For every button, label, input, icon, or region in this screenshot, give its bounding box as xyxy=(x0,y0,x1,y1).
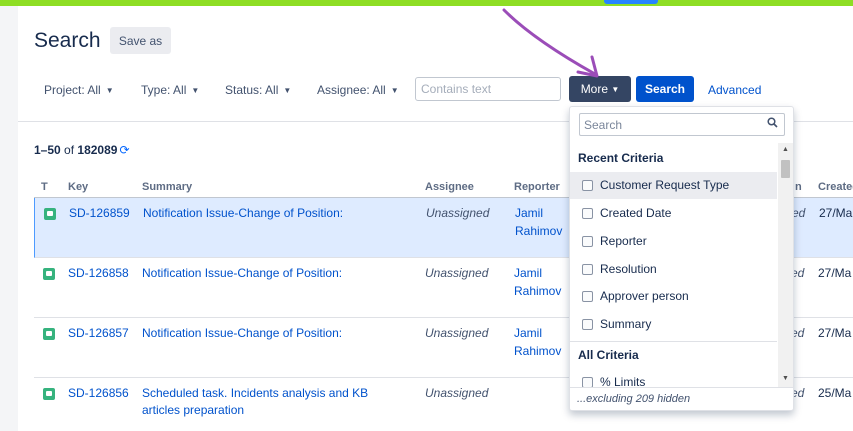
issue-created: 27/Ma xyxy=(818,266,852,280)
criteria-option[interactable]: Created Date xyxy=(570,200,777,227)
criteria-option[interactable]: Reporter xyxy=(570,228,777,255)
magnifier-icon xyxy=(767,117,778,131)
left-gutter xyxy=(0,6,18,431)
service-request-icon xyxy=(44,208,56,220)
status-filter[interactable]: Status: All ▼ xyxy=(225,82,291,98)
issue-key[interactable]: SD-126859 xyxy=(69,204,130,222)
criteria-option[interactable]: Resolution xyxy=(570,256,777,283)
issue-summary[interactable]: Notification Issue-Change of Position: xyxy=(142,264,342,282)
search-button[interactable]: Search xyxy=(636,76,694,102)
column-reporter[interactable]: Reporter xyxy=(514,181,560,193)
page-title: Search xyxy=(34,29,101,52)
scroll-up-icon[interactable]: ▲ xyxy=(782,146,789,153)
results-of: of xyxy=(64,143,75,157)
chevron-down-icon: ▼ xyxy=(390,86,399,95)
issue-created: 27/Ma xyxy=(819,206,853,220)
reporter-last-name[interactable]: Rahimov xyxy=(515,222,562,240)
type-filter[interactable]: Type: All ▼ xyxy=(141,82,199,98)
issue-assignee: Unassigned xyxy=(425,386,489,400)
chevron-down-icon: ▼ xyxy=(611,85,620,94)
issue-key[interactable]: SD-126856 xyxy=(68,384,129,402)
annotation-arrow xyxy=(502,8,599,78)
scrollbar-thumb[interactable] xyxy=(781,160,790,178)
chevron-down-icon: ▼ xyxy=(191,86,200,95)
reporter-last-name[interactable]: Rahimov xyxy=(514,342,561,360)
issue-created: 25/Ma xyxy=(818,386,852,400)
criteria-search-input[interactable] xyxy=(579,113,785,136)
project-filter[interactable]: Project: All ▼ xyxy=(44,82,114,98)
results-total: 182089 xyxy=(77,143,118,157)
results-count: 1–50 of 182089 ⟳ xyxy=(34,143,130,157)
criteria-option-label: Resolution xyxy=(600,262,657,276)
project-filter-label: Project: All xyxy=(44,83,101,97)
column-summary[interactable]: Summary xyxy=(142,181,192,193)
reporter-last-name[interactable]: Rahimov xyxy=(514,282,561,300)
reporter-first-name[interactable]: Jamil xyxy=(514,324,542,342)
chevron-down-icon: ▼ xyxy=(105,86,114,95)
issue-created: 27/Ma xyxy=(818,326,852,340)
chevron-down-icon: ▼ xyxy=(283,86,292,95)
checkbox[interactable] xyxy=(582,264,593,275)
all-criteria-heading: All Criteria xyxy=(578,348,639,362)
reporter-first-name[interactable]: Jamil xyxy=(515,204,543,222)
criteria-option-label: Approver person xyxy=(600,289,689,303)
top-navigation-bar xyxy=(0,0,853,6)
status-filter-label: Status: All xyxy=(225,83,279,97)
criteria-option-label: Summary xyxy=(600,317,652,331)
service-request-icon xyxy=(43,268,55,280)
criteria-scrollbar[interactable]: ▲ ▼ xyxy=(778,143,793,387)
checkbox[interactable] xyxy=(582,377,593,387)
service-request-icon xyxy=(43,388,55,400)
criteria-option[interactable]: Approver person xyxy=(570,283,777,310)
hidden-criteria-note: ...excluding 209 hidden xyxy=(570,387,793,410)
criteria-option-label: Created Date xyxy=(600,206,672,220)
column-type[interactable]: T xyxy=(41,181,48,193)
column-key[interactable]: Key xyxy=(68,181,88,193)
criteria-option[interactable]: Summary xyxy=(570,311,777,338)
criteria-option-label: % Limits xyxy=(600,375,646,387)
results-range: 1–50 xyxy=(34,143,61,157)
issue-summary[interactable]: Notification Issue-Change of Position: xyxy=(143,204,343,222)
assignee-filter[interactable]: Assignee: All ▼ xyxy=(317,82,399,98)
column-created[interactable]: Created xyxy=(818,181,853,193)
scroll-down-icon[interactable]: ▼ xyxy=(782,375,789,382)
more-criteria-dropdown: Recent Criteria Customer Request Type Cr… xyxy=(569,106,794,411)
criteria-option-label: Customer Request Type xyxy=(600,178,730,192)
issue-summary-line-2[interactable]: articles preparation xyxy=(142,401,244,419)
refresh-icon[interactable]: ⟳ xyxy=(119,143,129,157)
column-assignee[interactable]: Assignee xyxy=(425,181,474,193)
criteria-divider xyxy=(570,341,777,342)
criteria-option-label: Reporter xyxy=(600,234,647,248)
save-as-button[interactable]: Save as xyxy=(110,27,171,54)
issue-resolution: ed xyxy=(792,206,806,220)
issue-assignee: Unassigned xyxy=(425,326,489,340)
issue-summary-line-1[interactable]: Scheduled task. Incidents analysis and K… xyxy=(142,384,368,402)
issue-assignee: Unassigned xyxy=(425,266,489,280)
column-resolution[interactable]: n xyxy=(795,181,802,193)
assignee-filter-label: Assignee: All xyxy=(317,83,386,97)
checkbox[interactable] xyxy=(582,236,593,247)
type-filter-label: Type: All xyxy=(141,83,187,97)
checkbox[interactable] xyxy=(582,180,593,191)
criteria-option[interactable]: Customer Request Type xyxy=(570,172,777,199)
checkbox[interactable] xyxy=(582,319,593,330)
criteria-option[interactable]: % Limits xyxy=(570,369,777,387)
issue-key[interactable]: SD-126858 xyxy=(68,264,129,282)
issue-assignee: Unassigned xyxy=(426,206,490,220)
service-request-icon xyxy=(43,328,55,340)
checkbox[interactable] xyxy=(582,291,593,302)
advanced-link[interactable]: Advanced xyxy=(708,83,761,97)
recent-criteria-heading: Recent Criteria xyxy=(578,151,664,165)
more-button-label: More xyxy=(580,82,609,96)
top-bar-button[interactable] xyxy=(604,0,658,4)
issue-summary[interactable]: Notification Issue-Change of Position: xyxy=(142,324,342,342)
checkbox[interactable] xyxy=(582,208,593,219)
issue-key[interactable]: SD-126857 xyxy=(68,324,129,342)
reporter-first-name[interactable]: Jamil xyxy=(514,264,542,282)
